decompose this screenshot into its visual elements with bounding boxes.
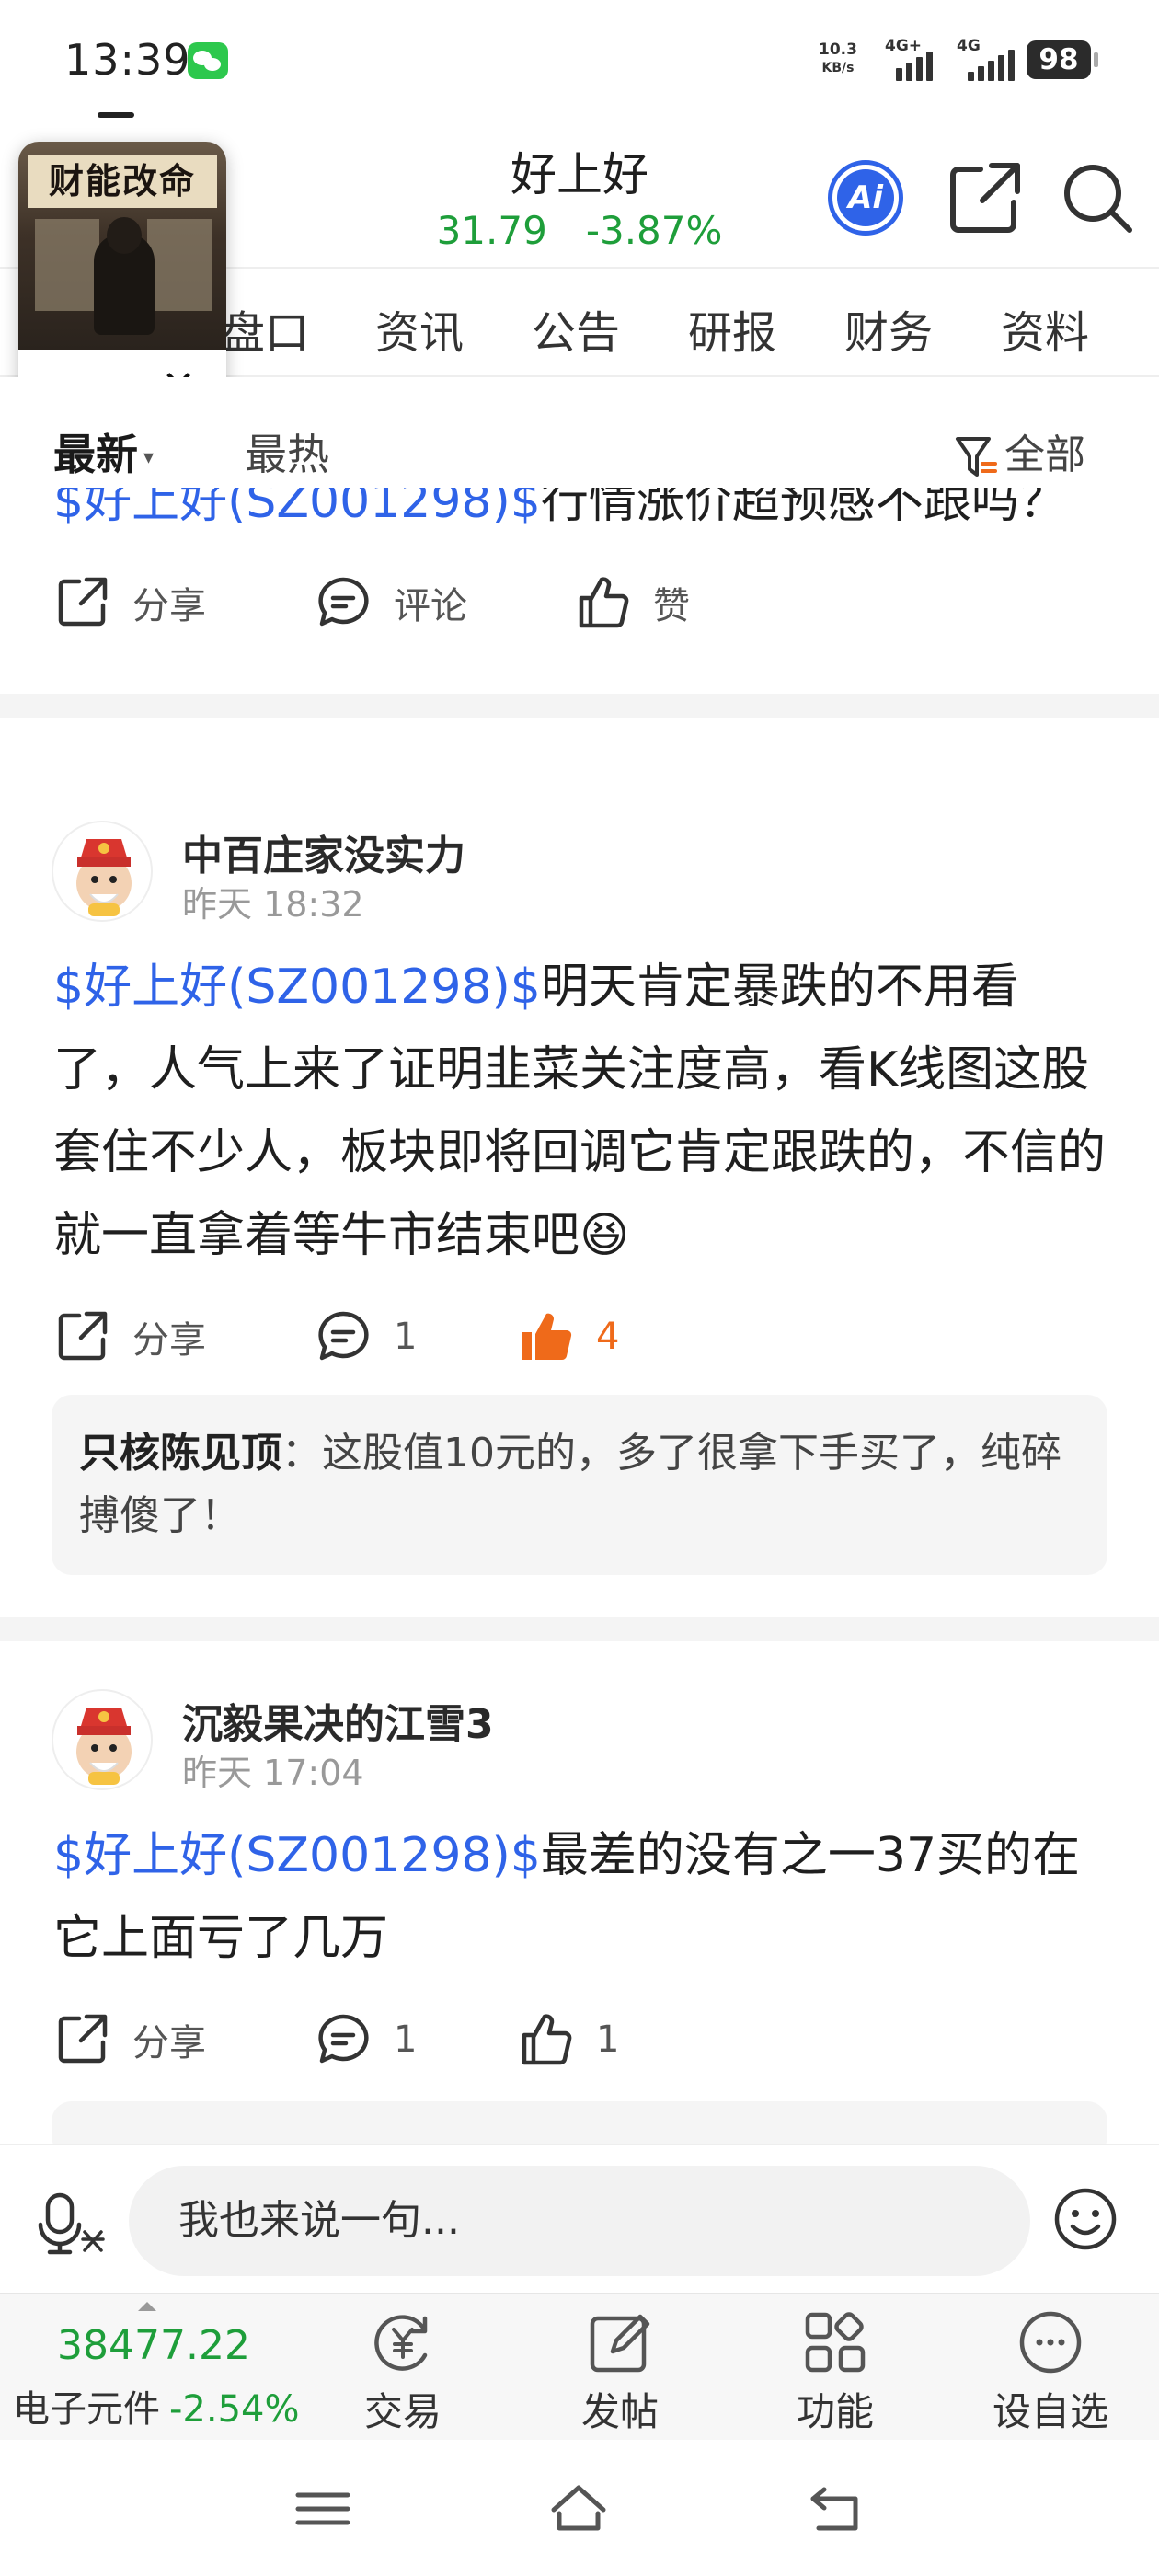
caishen-avatar-icon — [76, 1708, 132, 1785]
home-icon[interactable] — [546, 2477, 611, 2541]
functions-icon — [805, 2312, 866, 2373]
wechat-notification-icon — [188, 42, 228, 79]
sector-name: 电子元件 — [13, 2388, 160, 2431]
share-icon — [58, 577, 108, 627]
bottom-nav: 38477.22 电子元件 -2.54% 交易 发帖 功能 设自选 — [0, 2293, 1159, 2440]
author-name[interactable]: 中百庄家没实力 — [182, 822, 465, 881]
nav-post[interactable]: 发帖 — [546, 2307, 694, 2437]
like-button[interactable]: 赞 — [574, 574, 690, 631]
post-card[interactable]: 沉毅果决的江雪3 昨天 17:04 $好上好(SZ001298)$最差的没有之一… — [0, 1649, 1159, 2144]
post-card[interactable]: 中百庄家没实力 昨天 18:32 $好上好(SZ001298)$明天肯定暴跌的不… — [0, 780, 1159, 1641]
search-icon — [1064, 165, 1132, 233]
comment-button[interactable]: 1 — [315, 2011, 417, 2068]
share-icon — [950, 163, 1020, 233]
share-button[interactable] — [944, 156, 1027, 239]
post-time: 昨天 17:04 — [182, 1753, 364, 1793]
sort-latest-dropdown[interactable]: 最新 ▾ — [53, 421, 154, 482]
post-actions: 分享 1 4 — [0, 1277, 1159, 1378]
chevron-down-icon: ▾ — [143, 446, 155, 469]
emoji-icon[interactable] — [1052, 2186, 1119, 2252]
comment-input[interactable]: 我也来说一句... — [129, 2166, 1030, 2276]
share-post-button[interactable]: 分享 — [53, 1308, 206, 1365]
stock-tag-link[interactable]: $好上好(SZ001298)$ — [53, 488, 541, 529]
chevron-up-icon — [138, 2302, 156, 2311]
post-card[interactable]: $好上好(SZ001298)$行情涨价超预感不跟吗？ 分享 评论 赞 — [0, 488, 1159, 718]
author-name[interactable]: 沉毅果决的江雪3 — [182, 1691, 494, 1750]
nav-add-watchlist[interactable]: 设自选 — [977, 2307, 1124, 2437]
tab-research[interactable]: 研报 — [688, 296, 776, 361]
search-button[interactable] — [1056, 156, 1139, 239]
stock-tag-link[interactable]: $好上好(SZ001298)$ — [53, 960, 541, 1015]
post-divider — [0, 694, 1159, 718]
comment-icon — [318, 577, 369, 627]
ai-assistant-button[interactable]: Ai — [824, 156, 907, 239]
video-title: 财能改命 — [28, 155, 217, 208]
share-post-button[interactable]: 分享 — [53, 2011, 206, 2068]
status-bar: 13:39 10.3 KB/s 4G+ 4G 98 — [0, 0, 1159, 129]
post-actions: 分享 1 1 — [0, 1980, 1159, 2081]
tab-announcements[interactable]: 公告 — [532, 296, 620, 361]
post-content: $好上好(SZ001298)$最差的没有之一37买的在它上面亏了几万 — [53, 1828, 1081, 1966]
network-speed: 10.3 KB/s — [819, 40, 857, 75]
voice-input-icon[interactable] — [37, 2191, 110, 2256]
top-reply[interactable]: 只核陈见顶：这股值10元的，多了很拿下手买了，纯碎搏傻了！ — [52, 1395, 1107, 1575]
comment-icon — [318, 1311, 369, 1361]
comment-button[interactable]: 1 — [315, 1308, 417, 1365]
filter-icon — [956, 437, 997, 477]
thumbs-up-icon — [522, 2014, 572, 2065]
post-icon — [590, 2314, 650, 2373]
sector-index-value: 38477.22 — [57, 2322, 250, 2369]
post-content: $好上好(SZ001298)$明天肯定暴跌的不用看了，人气上来了证明韭菜关注度高… — [53, 960, 1107, 1263]
avatar[interactable] — [52, 821, 153, 922]
stock-price: 31.79 — [436, 208, 547, 253]
comment-input-bar: 我也来说一句... — [0, 2144, 1159, 2293]
tab-profile[interactable]: 资料 — [1001, 296, 1089, 361]
like-button[interactable]: 4 — [517, 1308, 619, 1365]
sort-active-indicator — [98, 112, 134, 118]
system-nav-bar — [0, 2440, 1159, 2576]
stock-change: -3.87% — [585, 208, 723, 253]
comment-button[interactable]: 评论 — [315, 574, 467, 631]
tab-news[interactable]: 资讯 — [375, 296, 464, 361]
status-time: 13:39 — [64, 35, 191, 85]
tab-pankou[interactable]: 盘口 — [221, 296, 309, 361]
stock-tag-link[interactable]: $好上好(SZ001298)$ — [53, 1828, 541, 1883]
post-time: 昨天 18:32 — [182, 884, 364, 925]
share-icon — [58, 2014, 108, 2064]
post-actions: 分享 评论 赞 — [0, 543, 1159, 644]
filter-button[interactable]: 全部 — [955, 421, 1085, 480]
sort-bar: 最新 ▾ 最热 全部 — [0, 377, 1159, 488]
thumbs-up-filled-icon — [522, 1313, 572, 1361]
video-thumbnail: 财能改命 — [18, 142, 226, 350]
sector-change: -2.54% — [169, 2388, 300, 2431]
reply-author[interactable]: 只核陈见顶 — [79, 1430, 281, 1477]
nav-functions[interactable]: 功能 — [762, 2307, 909, 2437]
battery-indicator: 98 — [1027, 40, 1098, 79]
post-feed: $好上好(SZ001298)$行情涨价超预感不跟吗？ 分享 评论 赞 中百庄家没… — [0, 488, 1159, 2144]
trade-icon — [374, 2315, 428, 2371]
share-post-button[interactable]: 分享 — [53, 574, 206, 631]
post-content: $好上好(SZ001298)$行情涨价超预感不跟吗？ — [0, 488, 1159, 543]
nav-trade[interactable]: 交易 — [329, 2307, 476, 2437]
tab-finance[interactable]: 财务 — [844, 296, 933, 361]
top-reply-preview — [52, 2101, 1107, 2144]
back-icon[interactable] — [804, 2477, 868, 2541]
menu-icon[interactable] — [291, 2477, 355, 2541]
add-watchlist-icon — [1019, 2311, 1082, 2374]
comment-icon — [318, 2014, 369, 2064]
like-button[interactable]: 1 — [517, 2011, 619, 2068]
thumbs-up-icon — [579, 577, 629, 628]
signal-sim1-icon: 4G+ — [885, 37, 933, 81]
sort-hot[interactable]: 最热 — [245, 421, 329, 482]
share-icon — [58, 1311, 108, 1361]
avatar[interactable] — [52, 1689, 153, 1790]
caishen-avatar-icon — [76, 839, 132, 916]
post-divider — [0, 1617, 1159, 1641]
signal-sim2-icon: 4G — [957, 37, 1015, 81]
